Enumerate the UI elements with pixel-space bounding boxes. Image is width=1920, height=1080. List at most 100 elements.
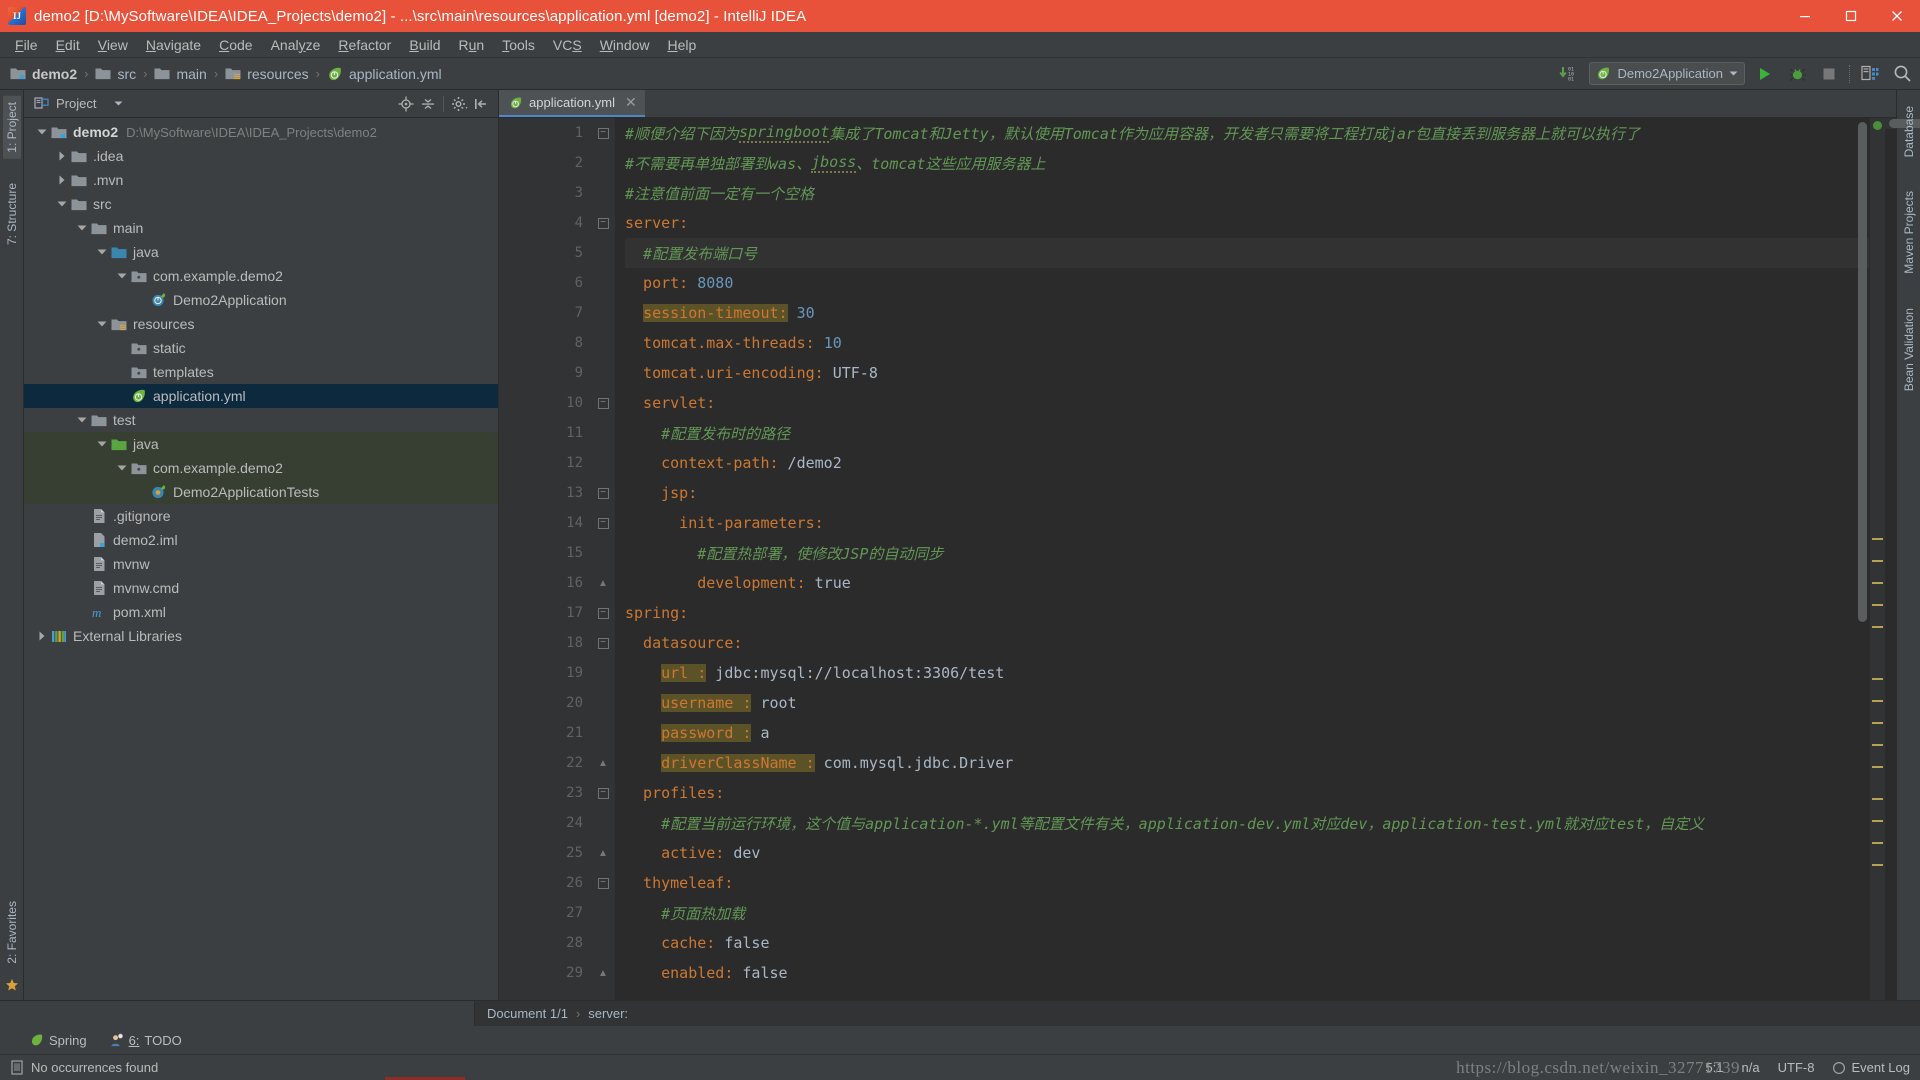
minimize-button[interactable] bbox=[1782, 0, 1828, 32]
menu-item-analyze[interactable]: Analyze bbox=[262, 34, 330, 56]
code-line[interactable]: context-path: /demo2 bbox=[625, 448, 1869, 478]
tree-row[interactable]: Demo2Application bbox=[24, 288, 498, 312]
chevron-down-icon[interactable] bbox=[114, 272, 130, 280]
breadcrumb-item-resources[interactable]: resources bbox=[225, 66, 309, 82]
analysis-marker[interactable] bbox=[1872, 766, 1883, 768]
chevron-down-icon[interactable] bbox=[114, 100, 123, 107]
debug-button[interactable] bbox=[1785, 62, 1809, 86]
code-line[interactable]: spring: bbox=[625, 598, 1869, 628]
fold-collapse-icon[interactable]: − bbox=[597, 877, 609, 889]
fold-end-icon[interactable]: ▲ bbox=[598, 578, 608, 589]
tree-row[interactable]: Demo2ApplicationTests bbox=[24, 480, 498, 504]
line-number[interactable]: 4 bbox=[499, 208, 591, 238]
fold-marker[interactable]: − bbox=[591, 208, 615, 238]
line-number[interactable]: 29 bbox=[499, 958, 591, 988]
code-line[interactable]: enabled: false bbox=[625, 958, 1869, 988]
chevron-right-icon[interactable] bbox=[54, 175, 70, 185]
code-line[interactable]: servlet: bbox=[625, 388, 1869, 418]
line-number[interactable]: 14 bbox=[499, 508, 591, 538]
tree-row[interactable]: .mvn bbox=[24, 168, 498, 192]
analysis-marker[interactable] bbox=[1872, 744, 1883, 746]
line-number[interactable]: 16 bbox=[499, 568, 591, 598]
tree-row[interactable]: main bbox=[24, 216, 498, 240]
inspection-status-icon[interactable] bbox=[1873, 121, 1882, 130]
sidebar-item-database[interactable]: Database bbox=[1900, 100, 1918, 163]
menu-item-navigate[interactable]: Navigate bbox=[137, 34, 210, 56]
fold-marker[interactable]: − bbox=[591, 118, 615, 148]
collapse-all-icon[interactable] bbox=[417, 93, 439, 115]
chevron-down-icon[interactable] bbox=[94, 440, 110, 448]
code-area[interactable]: 1 2 3 4 5 6 7 8 9 10 11 12 13 14 15 16 17 18 19 20 21 22 23 24 2… bbox=[499, 118, 1885, 1000]
fold-marker[interactable]: − bbox=[591, 868, 615, 898]
line-number[interactable]: 25 bbox=[499, 838, 591, 868]
tree-row[interactable]: application.yml bbox=[24, 384, 498, 408]
analysis-marker[interactable] bbox=[1872, 560, 1883, 562]
code-line[interactable]: tomcat.max-threads: 10 bbox=[625, 328, 1869, 358]
fold-collapse-icon[interactable]: − bbox=[597, 127, 609, 139]
editor-vertical-scrollbar[interactable] bbox=[1857, 118, 1868, 1000]
line-number[interactable]: 8 bbox=[499, 328, 591, 358]
code-line[interactable]: jsp: bbox=[625, 478, 1869, 508]
code-line[interactable]: port: 8080 bbox=[625, 268, 1869, 298]
menu-item-window[interactable]: Window bbox=[591, 34, 659, 56]
line-number[interactable]: 11 bbox=[499, 418, 591, 448]
analysis-marker[interactable] bbox=[1872, 722, 1883, 724]
tree-row[interactable]: java bbox=[24, 240, 498, 264]
fold-marker[interactable]: − bbox=[591, 508, 615, 538]
line-number[interactable]: 18 bbox=[499, 628, 591, 658]
code-line[interactable]: #不需要再单独部署到was、 jboss 、tomcat这些应用服务器上 bbox=[625, 148, 1869, 178]
line-number[interactable]: 9 bbox=[499, 358, 591, 388]
fold-collapse-icon[interactable]: − bbox=[597, 217, 609, 229]
breadcrumb-item-application-yml[interactable]: application.yml bbox=[327, 66, 442, 82]
fold-gutter[interactable]: − − − − − ▲ − − ▲ − ▲ − ▲ bbox=[591, 118, 615, 1000]
stop-button[interactable] bbox=[1817, 62, 1841, 86]
code-line[interactable]: url : jdbc:mysql://localhost:3306/test bbox=[625, 658, 1869, 688]
line-number[interactable]: 27 bbox=[499, 898, 591, 928]
line-number[interactable]: 12 bbox=[499, 448, 591, 478]
code-line[interactable]: #配置热部署，使修改JSP的自动同步 bbox=[625, 538, 1869, 568]
tree-row[interactable]: com.example.demo2 bbox=[24, 456, 498, 480]
tree-row[interactable]: .idea bbox=[24, 144, 498, 168]
tree-row[interactable]: mvnw bbox=[24, 552, 498, 576]
menu-item-refactor[interactable]: Refactor bbox=[329, 34, 400, 56]
line-number[interactable]: 19 bbox=[499, 658, 591, 688]
fold-marker[interactable]: ▲ bbox=[591, 838, 615, 868]
tree-row[interactable]: .gitignore bbox=[24, 504, 498, 528]
menu-item-tools[interactable]: Tools bbox=[493, 34, 544, 56]
layout-icon[interactable] bbox=[1858, 62, 1882, 86]
line-number[interactable]: 20 bbox=[499, 688, 591, 718]
line-number[interactable]: 13 bbox=[499, 478, 591, 508]
code-text[interactable]: #顺便介绍下因为 springboot 集成了Tomcat和Jetty，默认使用To… bbox=[615, 118, 1869, 1000]
sidebar-item-bean-validation[interactable]: Bean Validation bbox=[1900, 302, 1918, 397]
tool-button-spring[interactable]: Spring bbox=[30, 1033, 87, 1048]
chevron-down-icon[interactable] bbox=[114, 464, 130, 472]
line-number[interactable]: 21 bbox=[499, 718, 591, 748]
tree-row[interactable]: resources bbox=[24, 312, 498, 336]
chevron-down-icon[interactable] bbox=[34, 128, 50, 136]
analysis-marker[interactable] bbox=[1872, 604, 1883, 606]
fold-collapse-icon[interactable]: − bbox=[597, 487, 609, 499]
fold-marker[interactable]: ▲ bbox=[591, 568, 615, 598]
scrollbar-thumb[interactable] bbox=[1858, 122, 1867, 622]
close-icon[interactable]: ✕ bbox=[625, 94, 637, 111]
code-line[interactable]: #配置当前运行环境，这个值与application-*.yml等配置文件有关，a… bbox=[625, 808, 1869, 838]
analysis-marker[interactable] bbox=[1872, 678, 1883, 680]
line-number[interactable]: 26 bbox=[499, 868, 591, 898]
editor-tab-application-yml[interactable]: application.yml ✕ bbox=[499, 90, 645, 117]
tree-row[interactable]: External Libraries bbox=[24, 624, 498, 648]
line-number[interactable]: 1 bbox=[499, 118, 591, 148]
line-number[interactable]: 23 bbox=[499, 778, 591, 808]
code-line[interactable]: #配置发布时的路径 bbox=[625, 418, 1869, 448]
line-number[interactable]: 22 bbox=[499, 748, 591, 778]
close-button[interactable] bbox=[1874, 0, 1920, 32]
menu-item-run[interactable]: Run bbox=[450, 34, 494, 56]
sidebar-item-structure[interactable]: 7: Structure bbox=[3, 177, 21, 251]
chevron-down-icon[interactable] bbox=[1729, 70, 1738, 77]
menu-item-edit[interactable]: Edit bbox=[47, 34, 89, 56]
analysis-marker[interactable] bbox=[1872, 626, 1883, 628]
event-log-button[interactable]: Event Log bbox=[1832, 1060, 1910, 1075]
maximize-button[interactable] bbox=[1828, 0, 1874, 32]
fold-marker[interactable]: − bbox=[591, 778, 615, 808]
fold-collapse-icon[interactable]: − bbox=[597, 397, 609, 409]
line-separator[interactable]: n/a bbox=[1742, 1060, 1760, 1075]
